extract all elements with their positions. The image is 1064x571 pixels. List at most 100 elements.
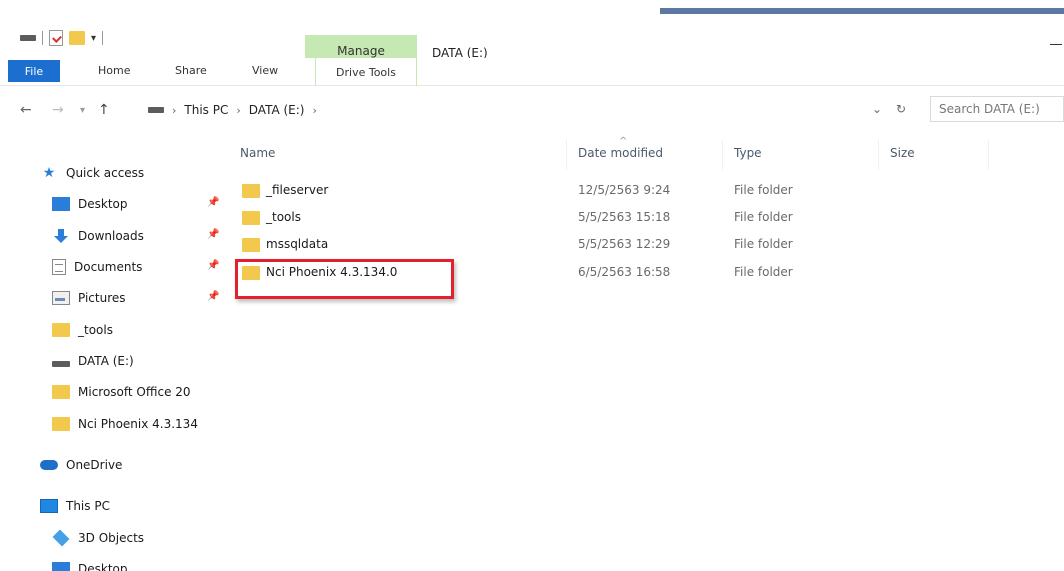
recent-locations-chevron-icon[interactable]: ▾ — [80, 105, 85, 116]
star-icon: ★ — [42, 165, 56, 181]
breadcrumb-this-pc[interactable]: This PC — [184, 103, 228, 117]
folder-icon — [52, 417, 70, 431]
sidebar-item-onedrive[interactable]: OneDrive — [40, 454, 122, 476]
breadcrumb[interactable]: › This PC › DATA (E:) › — [148, 100, 317, 120]
sidebar-item-documents[interactable]: Documents 📌 — [52, 256, 219, 278]
sidebar-item-quick-access[interactable]: ★ Quick access — [40, 162, 144, 184]
chevron-right-icon[interactable]: › — [172, 104, 176, 117]
column-header-type[interactable]: Type — [734, 146, 762, 160]
sidebar-item-label: This PC — [66, 499, 110, 513]
column-header-size[interactable]: Size — [890, 146, 915, 160]
file-name: mssqldata — [266, 237, 329, 251]
pin-icon[interactable]: 📌 — [207, 260, 219, 271]
file-row[interactable]: _tools 5/5/2563 15:18 File folder — [234, 207, 994, 229]
quick-access-toolbar: ▾ — [20, 28, 104, 48]
file-name: _fileserver — [266, 183, 329, 197]
folder-icon — [52, 323, 70, 337]
sidebar-item-label: Nci Phoenix 4.3.134 — [78, 417, 198, 431]
sidebar-item-label: OneDrive — [66, 458, 123, 472]
chevron-right-icon[interactable]: › — [312, 104, 316, 117]
desktop-icon — [52, 197, 70, 211]
up-arrow-icon[interactable]: ↑ — [98, 102, 110, 118]
drive-icon[interactable] — [20, 35, 36, 41]
file-date: 12/5/2563 9:24 — [578, 183, 671, 197]
file-type: File folder — [734, 265, 793, 279]
3d-objects-icon — [52, 529, 70, 547]
sidebar-item-label: DATA (E:) — [78, 354, 134, 368]
column-divider[interactable] — [722, 140, 723, 170]
pin-icon[interactable]: 📌 — [207, 291, 219, 302]
column-divider[interactable] — [566, 140, 567, 170]
documents-icon — [52, 259, 66, 275]
customize-dropdown-icon[interactable]: ▾ — [91, 33, 96, 44]
ribbon-tabs: File Home Share View Drive Tools — [0, 58, 1064, 86]
tab-view[interactable]: View — [252, 64, 278, 77]
folder-icon — [242, 211, 260, 225]
sidebar-item-label: Desktop — [78, 197, 128, 211]
download-icon — [52, 229, 70, 243]
tab-share[interactable]: Share — [175, 64, 207, 77]
sidebar-item-nci-phoenix[interactable]: Nci Phoenix 4.3.134 — [52, 413, 198, 435]
sidebar-item-label: Pictures — [78, 291, 126, 305]
sidebar-item-desktop[interactable]: Desktop 📌 — [52, 193, 219, 215]
sidebar-item-label: Microsoft Office 20 — [78, 385, 191, 399]
sidebar-item-label: Quick access — [66, 166, 145, 180]
file-name: Nci Phoenix 4.3.134.0 — [266, 265, 398, 279]
sidebar-item-this-pc[interactable]: This PC — [40, 495, 110, 517]
sidebar-item-3d-objects[interactable]: 3D Objects — [52, 527, 144, 549]
sidebar-item-microsoft-office[interactable]: Microsoft Office 20 — [52, 381, 191, 403]
file-type: File folder — [734, 210, 793, 224]
pictures-icon — [52, 291, 70, 305]
file-date: 6/5/2563 16:58 — [578, 265, 671, 279]
minimize-icon[interactable] — [1050, 44, 1062, 45]
sidebar-item-desktop-2[interactable]: Desktop — [52, 558, 128, 571]
sidebar-item-data-drive[interactable]: DATA (E:) — [52, 350, 134, 372]
file-row[interactable]: mssqldata 5/5/2563 12:29 File folder — [234, 234, 994, 256]
properties-icon[interactable] — [49, 30, 63, 46]
file-date: 5/5/2563 12:29 — [578, 237, 671, 251]
file-row[interactable]: _fileserver 12/5/2563 9:24 File folder — [234, 180, 994, 202]
title-bar: ▾ Manage DATA (E:) — [0, 14, 1064, 67]
file-type: File folder — [734, 183, 793, 197]
toolbar-separator — [42, 31, 43, 45]
folder-icon — [242, 238, 260, 252]
sidebar-item-pictures[interactable]: Pictures 📌 — [52, 287, 219, 309]
sidebar-item-label: Downloads — [78, 229, 144, 243]
sidebar-item-tools[interactable]: _tools — [52, 319, 113, 341]
file-row[interactable]: Nci Phoenix 4.3.134.0 6/5/2563 16:58 Fil… — [234, 262, 994, 284]
pin-icon[interactable]: 📌 — [207, 197, 219, 208]
column-headers: ^ Name Date modified Type Size — [224, 136, 1064, 170]
address-dropdown-icon[interactable]: ⌄ — [872, 102, 882, 116]
navigation-pane: ★ Quick access Desktop 📌 Downloads 📌 Doc… — [0, 140, 220, 571]
folder-icon — [52, 385, 70, 399]
desktop-icon — [52, 562, 70, 571]
drive-icon — [148, 107, 164, 113]
sidebar-item-label: Documents — [74, 260, 143, 274]
sidebar-item-label: Desktop — [78, 562, 128, 571]
column-header-date-modified[interactable]: Date modified — [578, 146, 663, 160]
column-header-name[interactable]: Name — [240, 146, 275, 160]
breadcrumb-data-e[interactable]: DATA (E:) — [249, 103, 305, 117]
refresh-icon[interactable]: ↻ — [896, 102, 906, 116]
sidebar-item-label: _tools — [78, 323, 113, 337]
toolbar-separator — [102, 31, 104, 45]
column-divider[interactable] — [878, 140, 879, 170]
drive-icon — [52, 361, 70, 367]
new-folder-icon[interactable] — [69, 31, 85, 45]
pin-icon[interactable]: 📌 — [207, 229, 219, 240]
back-arrow-icon[interactable]: ← — [20, 102, 32, 118]
sidebar-item-label: 3D Objects — [78, 531, 145, 545]
file-date: 5/5/2563 15:18 — [578, 210, 671, 224]
file-tab[interactable]: File — [8, 60, 60, 82]
search-input[interactable]: Search DATA (E:) — [930, 96, 1064, 122]
tab-drive-tools[interactable]: Drive Tools — [315, 58, 417, 86]
cloud-icon — [40, 460, 58, 470]
sidebar-item-downloads[interactable]: Downloads 📌 — [52, 225, 219, 247]
column-divider[interactable] — [988, 140, 989, 170]
tab-home[interactable]: Home — [98, 64, 130, 77]
forward-arrow-icon[interactable]: → — [52, 102, 64, 118]
chevron-right-icon[interactable]: › — [236, 104, 240, 117]
top-strip — [0, 0, 1064, 14]
file-type: File folder — [734, 237, 793, 251]
computer-icon — [40, 499, 58, 513]
